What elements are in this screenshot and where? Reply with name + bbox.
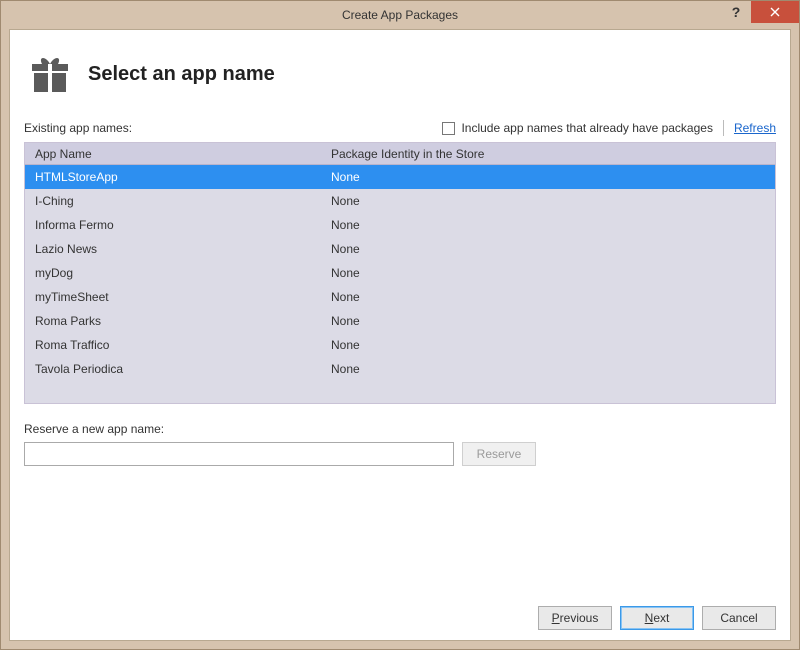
cell-package-identity: None	[325, 314, 775, 328]
table-row[interactable]: Informa FermoNone	[25, 213, 775, 237]
package-icon	[28, 52, 72, 96]
checkbox-box-icon	[442, 122, 455, 135]
titlebar-controls: ?	[721, 1, 799, 23]
close-icon	[770, 7, 780, 17]
cell-package-identity: None	[325, 362, 775, 376]
cell-package-identity: None	[325, 218, 775, 232]
dialog-content: Select an app name Existing app names: I…	[9, 29, 791, 641]
cell-app-name: Roma Traffico	[25, 338, 325, 352]
reserve-button[interactable]: Reserve	[462, 442, 536, 466]
refresh-link[interactable]: Refresh	[734, 121, 776, 135]
separator	[723, 120, 724, 136]
cell-app-name: Roma Parks	[25, 314, 325, 328]
table-row[interactable]: I-ChingNone	[25, 189, 775, 213]
table-body: HTMLStoreAppNoneI-ChingNoneInforma Fermo…	[25, 165, 775, 381]
page-header: Select an app name	[24, 44, 776, 116]
existing-apps-toolbar: Existing app names: Include app names th…	[24, 116, 776, 142]
include-packaged-label: Include app names that already have pack…	[461, 121, 713, 135]
titlebar: Create App Packages ?	[1, 1, 799, 29]
cell-app-name: HTMLStoreApp	[25, 170, 325, 184]
cell-package-identity: None	[325, 194, 775, 208]
close-button[interactable]	[751, 1, 799, 23]
table-row[interactable]: HTMLStoreAppNone	[25, 165, 775, 189]
cell-package-identity: None	[325, 338, 775, 352]
reserve-name-input[interactable]	[24, 442, 454, 466]
column-header-package-identity[interactable]: Package Identity in the Store	[325, 147, 775, 161]
next-button[interactable]: Next	[620, 606, 694, 630]
include-packaged-checkbox[interactable]: Include app names that already have pack…	[442, 121, 713, 135]
help-button[interactable]: ?	[721, 1, 751, 23]
table-row[interactable]: myTimeSheetNone	[25, 285, 775, 309]
table-row[interactable]: Lazio NewsNone	[25, 237, 775, 261]
cell-app-name: Informa Fermo	[25, 218, 325, 232]
cell-app-name: Lazio News	[25, 242, 325, 256]
reserve-section: Reserve a new app name: Reserve	[24, 422, 776, 466]
previous-button[interactable]: Previous	[538, 606, 612, 630]
reserve-label: Reserve a new app name:	[24, 422, 776, 436]
table-row[interactable]: Roma ParksNone	[25, 309, 775, 333]
dialog-footer: Previous Next Cancel	[24, 596, 776, 630]
page-title: Select an app name	[88, 63, 275, 86]
column-header-app-name[interactable]: App Name	[25, 147, 325, 161]
table-row[interactable]: Roma TrafficoNone	[25, 333, 775, 357]
cell-package-identity: None	[325, 266, 775, 280]
cell-app-name: I-Ching	[25, 194, 325, 208]
existing-apps-label: Existing app names:	[24, 121, 132, 135]
cell-package-identity: None	[325, 242, 775, 256]
table-header: App Name Package Identity in the Store	[25, 143, 775, 165]
app-names-table[interactable]: App Name Package Identity in the Store H…	[24, 142, 776, 404]
table-row[interactable]: Tavola PeriodicaNone	[25, 357, 775, 381]
cell-app-name: myTimeSheet	[25, 290, 325, 304]
cell-package-identity: None	[325, 290, 775, 304]
window-title: Create App Packages	[1, 8, 799, 22]
cell-app-name: Tavola Periodica	[25, 362, 325, 376]
cell-app-name: myDog	[25, 266, 325, 280]
cancel-button[interactable]: Cancel	[702, 606, 776, 630]
dialog-window: Create App Packages ? Select an app name	[0, 0, 800, 650]
cell-package-identity: None	[325, 170, 775, 184]
table-row[interactable]: myDogNone	[25, 261, 775, 285]
